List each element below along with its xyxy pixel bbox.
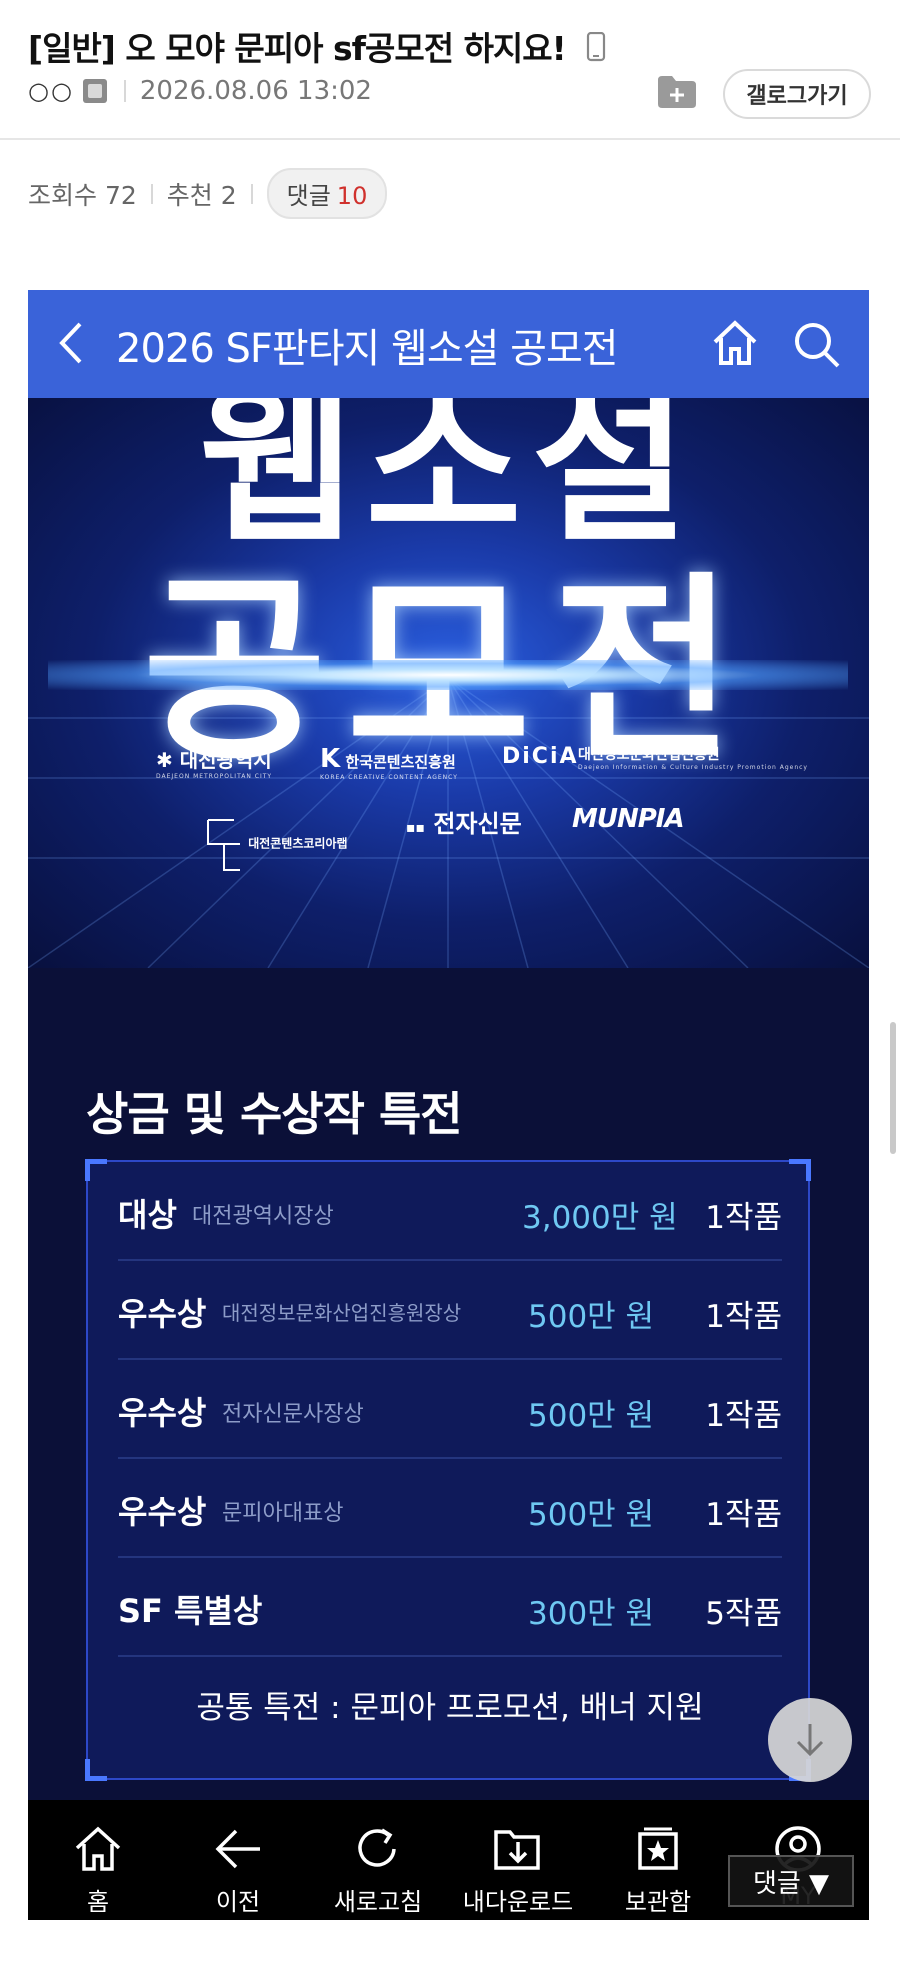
prize-count: 1작품 <box>705 1200 782 1236</box>
home-icon <box>710 318 760 372</box>
divider <box>250 183 253 204</box>
prize-award: 대전광역시장상 <box>192 1204 334 1229</box>
post-title: [일반] 오 모야 문피아 sf공모전 하지요! <box>28 22 606 70</box>
mobile-icon <box>586 31 606 70</box>
comment-toggle-button[interactable]: 댓글 ▼ <box>728 1855 854 1907</box>
prize-award: 문피아대표상 <box>222 1501 344 1526</box>
prize-heading: 상금 및 수상작 특전 <box>86 1087 463 1141</box>
scroll-down-button[interactable] <box>768 1698 852 1782</box>
sponsor-daejeon-info: 대전정보문화산업진흥원 Daejeon Information & Cultur… <box>578 747 808 771</box>
chevron-left-icon <box>56 320 86 370</box>
k-logo-icon: K <box>320 744 341 774</box>
sponsor-content-korea-lab: 대전콘텐츠코리아랩 <box>204 814 348 874</box>
nav-label: 새로고침 <box>333 1888 423 1916</box>
divider <box>123 80 126 102</box>
prize-count: 5작품 <box>705 1596 782 1632</box>
prize-row: 우수상 대전정보문화산업진흥원장상 500만 원 1작품 <box>118 1261 782 1360</box>
prize-amount: 500만 원 <box>528 1299 655 1335</box>
sponsor-daejeon: ✱ 대전광역시 DAEJEON METROPOLITAN CITY <box>156 748 273 780</box>
prize-amount: 500만 원 <box>528 1398 655 1434</box>
view-count: 조회수 72 <box>28 180 137 210</box>
sponsor-kocca: K 한국콘텐츠진흥원 KOREA CREATIVE CONTENT AGENCY <box>320 744 458 781</box>
add-folder-icon[interactable] <box>656 74 698 112</box>
search-icon <box>792 320 842 374</box>
prize-name: 우수상 <box>118 1295 207 1333</box>
prize-amount: 500만 원 <box>528 1497 655 1533</box>
embed-nav-bar: 2026 SF판타지 웹소설 공모전 <box>28 290 869 398</box>
post-stats: 조회수 72 추천 2 댓글 10 <box>28 168 388 219</box>
prize-award: 대전정보문화산업진흥원장상 <box>222 1301 462 1325</box>
divider <box>150 183 153 204</box>
nav-saved: 보관함 <box>588 1800 728 1920</box>
prize-count: 1작품 <box>705 1398 782 1434</box>
post-meta: ○○ 2026.08.06 13:02 <box>28 76 372 106</box>
prize-name: 우수상 <box>118 1493 207 1531</box>
page-scrollbar[interactable] <box>890 1022 896 1154</box>
recommend-count: 추천 2 <box>166 180 237 210</box>
sponsor-munpia: MUNPIA <box>572 804 685 834</box>
arrow-down-icon <box>796 1724 824 1757</box>
prize-row: 우수상 문피아대표상 500만 원 1작품 <box>118 1459 782 1558</box>
comment-label: 댓글 <box>286 182 331 210</box>
prize-award: 전자신문사장상 <box>222 1402 364 1427</box>
embed-nav-title: 2026 SF판타지 웹소설 공모전 <box>116 326 619 372</box>
nav-home: 홈 <box>28 1800 168 1920</box>
prize-amount: 3,000만 원 <box>522 1200 678 1236</box>
fixed-nick-icon <box>82 78 108 104</box>
author-name[interactable]: ○○ <box>28 77 74 105</box>
dots-icon: ▪▪ <box>406 820 425 836</box>
common-benefit: 공통 특전 : 문피아 프로모션, 배너 지원 <box>196 1690 704 1726</box>
bookmark-star-icon <box>638 1827 678 1870</box>
sponsor-etnews: ▪▪ 전자신문 <box>406 810 522 838</box>
light-glow <box>48 660 848 690</box>
nav-download: 내다운로드 <box>448 1800 588 1920</box>
nav-refresh: 새로고침 <box>308 1800 448 1920</box>
prize-row: SF 특별상 300만 원 5작품 <box>118 1558 782 1657</box>
prize-count: 1작품 <box>705 1299 782 1335</box>
star-icon: ✱ <box>156 748 173 772</box>
nav-back: 이전 <box>168 1800 308 1920</box>
comment-count: 10 <box>336 182 368 210</box>
home-icon <box>75 1826 121 1871</box>
prize-section: 상금 및 수상작 특전 대상 대전광역시장상 3,000만 원 1작품 우수상 … <box>28 968 869 1920</box>
prize-amount: 300만 원 <box>528 1596 655 1632</box>
prize-table: 대상 대전광역시장상 3,000만 원 1작품 우수상 대전정보문화산업진흥원장… <box>85 1159 811 1781</box>
sponsor-dicia: DiCiA <box>502 744 579 769</box>
download-folder-icon <box>494 1830 540 1870</box>
hero-banner: 웹소설 공모전 ✱ 대전광역시 DAEJEON METROPOLITAN CIT… <box>28 398 869 968</box>
comment-count-button[interactable]: 댓글 10 <box>266 168 388 219</box>
embedded-image: 2026 SF판타지 웹소설 공모전 웹소설 공모전 ✱ 대전광역시 DAEJE… <box>28 290 869 1920</box>
post-header: [일반] 오 모야 문피아 sf공모전 하지요! ○○ 2026.08.06 1… <box>0 0 900 140</box>
ckl-logo-icon <box>207 819 240 871</box>
post-title-text: [일반] 오 모야 문피아 sf공모전 하지요! <box>28 29 567 68</box>
prize-count: 1작품 <box>705 1497 782 1533</box>
back-arrow-icon <box>215 1829 260 1869</box>
refresh-icon <box>358 1828 396 1867</box>
nav-label: 홈 <box>86 1888 110 1916</box>
prize-name: 우수상 <box>118 1394 207 1432</box>
nav-label: 보관함 <box>624 1888 692 1916</box>
post-date: 2026.08.06 13:02 <box>139 76 372 106</box>
prize-row: 대상 대전광역시장상 3,000만 원 1작품 <box>118 1162 782 1261</box>
prize-name: SF 특별상 <box>118 1592 263 1630</box>
prize-row: 우수상 전자신문사장상 500만 원 1작품 <box>118 1360 782 1459</box>
nav-label: 내다운로드 <box>462 1888 574 1916</box>
prize-name: 대상 <box>118 1196 177 1234</box>
nav-label: 이전 <box>215 1888 261 1916</box>
gallog-button[interactable]: 갤로그가기 <box>723 69 871 119</box>
